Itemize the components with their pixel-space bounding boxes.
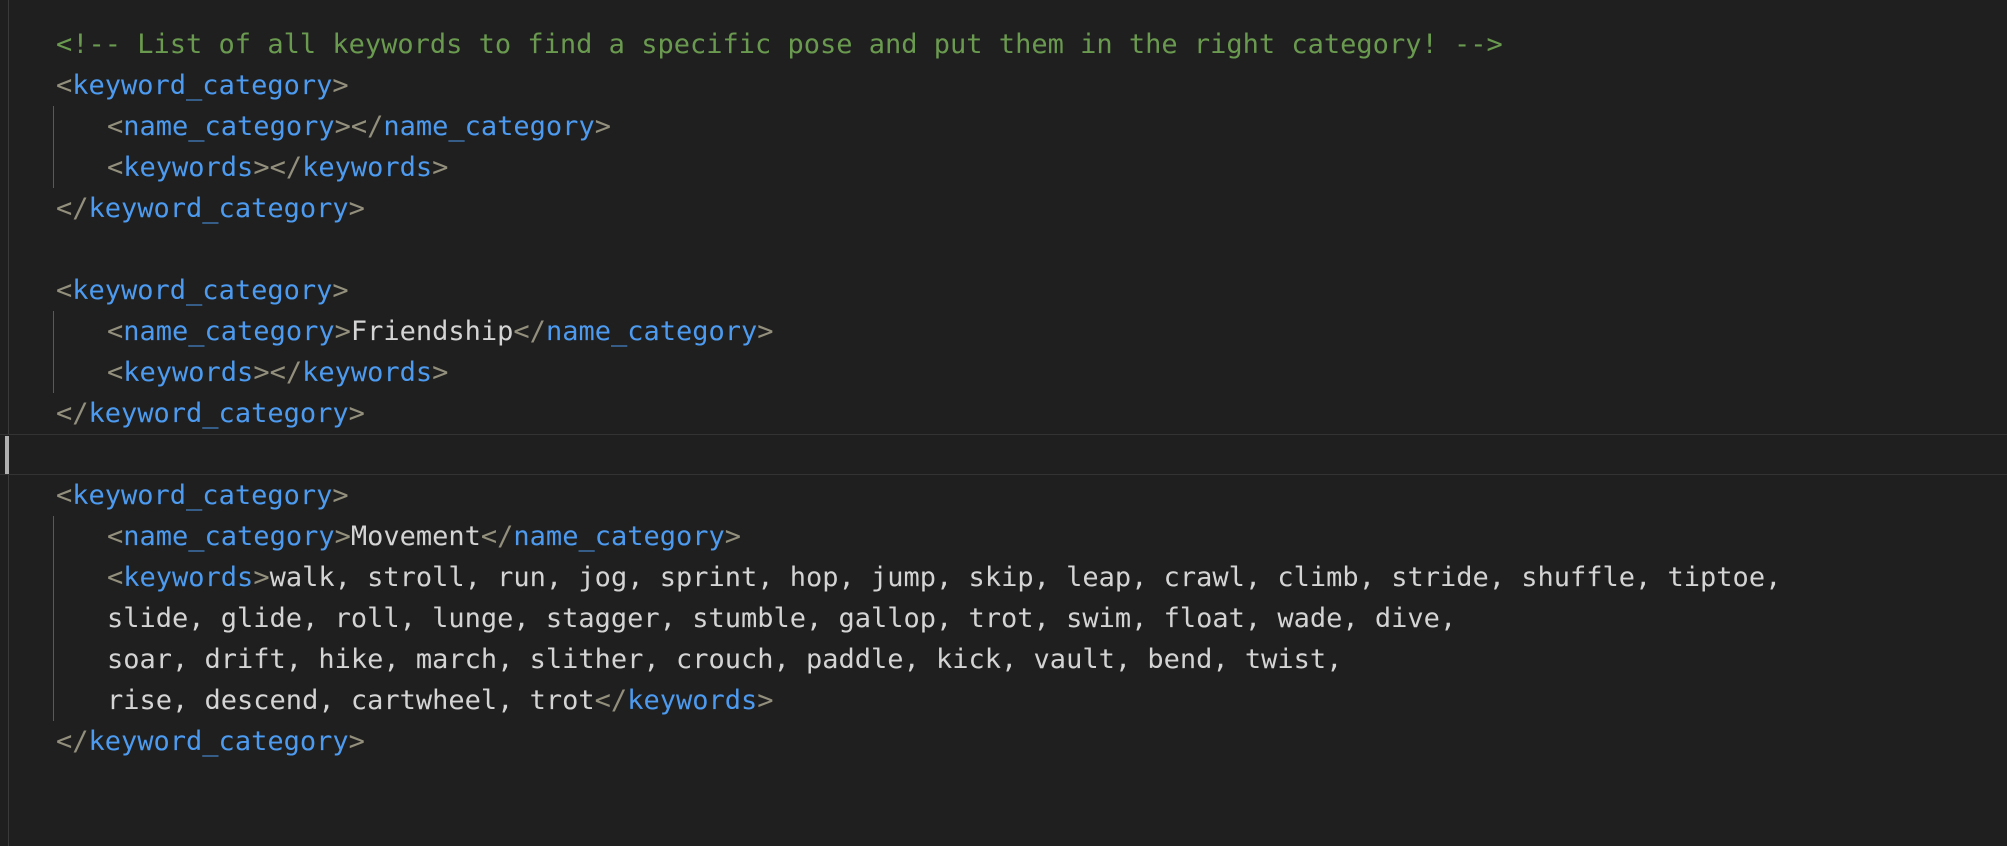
angle-close-icon: > [594,111,611,142]
angle-open-icon: < [107,562,124,593]
angle-close-icon: > [757,316,774,347]
code-line-keywords-3-wrap-1[interactable]: <keywords>walk, stroll, run, jog, sprint… [0,557,2007,598]
angle-close-slash-icon: </ [350,111,384,142]
code-line-comment[interactable]: <!-- List of all keywords to find a spec… [0,24,2007,65]
angle-close-icon: > [724,521,742,552]
angle-close-icon: > [253,152,270,183]
angle-close-icon: > [334,111,351,142]
angle-open-icon: < [56,70,73,101]
code-line-keywords-1[interactable]: <keywords></keywords> [0,147,2007,188]
value-keywords-3-line-4[interactable]: rise, descend, cartwheel, trot [107,685,595,716]
tag-keyword-category: keyword_category [72,275,333,306]
code-line-open-keyword-category-3[interactable]: <keyword_category> [0,475,2007,516]
angle-close-slash-icon: </ [56,726,89,757]
angle-close-slash-icon: </ [269,152,303,183]
code-line-blank-1[interactable] [0,229,2007,270]
angle-open-icon: < [107,357,124,388]
tag-keywords-close: keywords [302,152,433,183]
value-keywords-3-line-2[interactable]: slide, glide, roll, lunge, stagger, stum… [107,603,1456,634]
tag-name-category: name_category [123,521,335,552]
code-line-close-keyword-category-2[interactable]: </keyword_category> [0,393,2007,434]
angle-close-slash-icon: </ [480,521,514,552]
code-line-open-keyword-category-1[interactable]: <keyword_category> [0,65,2007,106]
angle-close-icon: > [253,562,270,593]
tag-keywords: keywords [123,562,254,593]
tag-keyword-category: keyword_category [72,70,333,101]
tag-name-category-close: name_category [545,316,758,347]
code-line-active-cursor[interactable] [0,434,2007,475]
angle-close-icon: > [348,398,365,429]
angle-close-icon: > [348,726,365,757]
angle-open-icon: < [107,521,124,552]
angle-close-icon: > [332,480,349,511]
angle-close-icon: > [334,316,351,347]
angle-close-icon: > [332,70,349,101]
tag-keywords: keywords [123,152,254,183]
value-keywords-3-line-3[interactable]: soar, drift, hike, march, slither, crouc… [107,644,1342,675]
tag-keyword-category-close: keyword_category [88,726,349,757]
code-line-close-keyword-category-3[interactable]: </keyword_category> [0,721,2007,762]
value-name-category-3[interactable]: Movement [351,521,481,552]
angle-open-icon: < [107,152,124,183]
tag-name-category: name_category [123,111,335,142]
code-line-keywords-3-wrap-4[interactable]: rise, descend, cartwheel, trot</keywords… [0,680,2007,721]
tag-keyword-category: keyword_category [72,480,333,511]
code-line-name-category-2[interactable]: <name_category>Friendship</name_category… [0,311,2007,352]
tag-name-category-close: name_category [383,111,595,142]
code-line-open-keyword-category-2[interactable]: <keyword_category> [0,270,2007,311]
code-editor[interactable]: <!-- List of all keywords to find a spec… [0,0,2007,846]
angle-close-icon: > [432,152,449,183]
code-line-name-category-1[interactable]: <name_category></name_category> [0,106,2007,147]
angle-close-icon: > [432,357,449,388]
tag-keywords: keywords [123,357,254,388]
angle-close-slash-icon: </ [56,398,89,429]
angle-open-icon: < [56,275,73,306]
code-line-keywords-2[interactable]: <keywords></keywords> [0,352,2007,393]
tag-keywords-close: keywords [302,357,433,388]
angle-close-slash-icon: </ [56,193,89,224]
angle-open-icon: < [56,480,73,511]
angle-close-icon: > [757,685,774,716]
code-content[interactable]: <!-- List of all keywords to find a spec… [0,0,2007,762]
value-keywords-3-line-1[interactable]: walk, stroll, run, jog, sprint, hop, jum… [270,562,1782,593]
value-name-category-2[interactable]: Friendship [351,316,514,347]
tag-keywords-close: keywords [627,685,758,716]
angle-close-icon: > [253,357,270,388]
tag-keyword-category-close: keyword_category [88,398,349,429]
code-line-keywords-3-wrap-3[interactable]: soar, drift, hike, march, slither, crouc… [0,639,2007,680]
angle-close-icon: > [332,275,349,306]
code-line-keywords-3-wrap-2[interactable]: slide, glide, roll, lunge, stagger, stum… [0,598,2007,639]
angle-close-slash-icon: </ [594,685,628,716]
angle-close-icon: > [348,193,365,224]
angle-open-icon: < [107,316,124,347]
code-line-close-keyword-category-1[interactable]: </keyword_category> [0,188,2007,229]
xml-comment: <!-- List of all keywords to find a spec… [56,29,1503,60]
code-line-name-category-3[interactable]: <name_category>Movement</name_category> [0,516,2007,557]
angle-close-slash-icon: </ [513,316,546,347]
tag-keyword-category-close: keyword_category [88,193,349,224]
tag-name-category: name_category [123,316,335,347]
angle-close-slash-icon: </ [269,357,303,388]
tag-name-category-close: name_category [513,521,725,552]
angle-open-icon: < [107,111,124,142]
angle-close-icon: > [334,521,351,552]
